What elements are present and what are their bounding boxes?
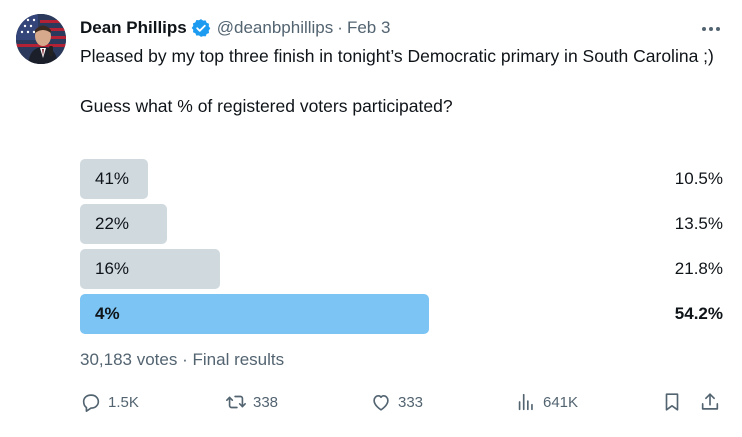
analytics-icon: [518, 393, 533, 411]
author-handle[interactable]: @deanbphillips: [217, 18, 334, 38]
action-bar: 1.5K 338 333 641K: [80, 389, 725, 415]
poll-vote-count: 30,183 votes: [80, 350, 178, 369]
poll: 41% 10.5% 22% 13.5% 16% 21.8% 4% 54.2%: [80, 159, 723, 339]
like-count: 333: [398, 393, 424, 411]
reply-button[interactable]: 1.5K: [80, 389, 139, 415]
repost-button[interactable]: 338: [225, 389, 278, 415]
like-button[interactable]: 333: [370, 389, 423, 415]
poll-option-label: 41%: [95, 169, 130, 188]
share-icon: [701, 393, 719, 410]
tweet-text: Pleased by my top three finish in tonigh…: [80, 44, 720, 119]
repost-count: 338: [253, 393, 279, 411]
reply-count: 1.5K: [108, 393, 139, 411]
views-count: 641K: [543, 393, 579, 411]
tweet-text-line: Pleased by my top three finish in tonigh…: [80, 46, 714, 66]
header-separator: ·: [337, 18, 343, 37]
poll-option: 16% 21.8%: [80, 249, 723, 289]
avatar[interactable]: [16, 14, 66, 64]
more-options-icon[interactable]: [700, 18, 722, 40]
poll-meta: 30,183 votes · Final results: [80, 350, 284, 370]
verified-badge-icon[interactable]: [191, 18, 211, 38]
poll-option-label: 22%: [95, 214, 130, 233]
poll-option-label: 4%: [95, 304, 120, 323]
poll-status: Final results: [192, 350, 285, 369]
poll-option: 22% 13.5%: [80, 204, 723, 244]
author-name[interactable]: Dean Phillips: [80, 18, 187, 38]
poll-option-percent: 13.5%: [674, 214, 723, 233]
poll-option-bar: [80, 294, 429, 334]
poll-option-label: 16%: [95, 259, 130, 278]
share-button[interactable]: [699, 389, 721, 415]
poll-option-percent: 21.8%: [674, 259, 723, 278]
views-button[interactable]: 641K: [515, 389, 578, 415]
tweet-date[interactable]: Feb 3: [347, 18, 390, 38]
heart-icon: [373, 395, 389, 411]
poll-option-winner: 4% 54.2%: [80, 294, 723, 334]
poll-option: 41% 10.5%: [80, 159, 723, 199]
poll-option-percent: 54.2%: [674, 304, 723, 323]
poll-option-percent: 10.5%: [674, 169, 723, 188]
reply-icon: [82, 394, 100, 412]
tweet-header: Dean Phillips @deanbphillips · Feb 3: [80, 17, 390, 39]
bookmark-button[interactable]: [661, 389, 683, 415]
bookmark-icon: [665, 393, 679, 411]
repost-icon: [226, 395, 246, 409]
tweet-question: Guess what % of registered voters partic…: [80, 96, 453, 116]
poll-meta-separator: ·: [182, 350, 188, 369]
